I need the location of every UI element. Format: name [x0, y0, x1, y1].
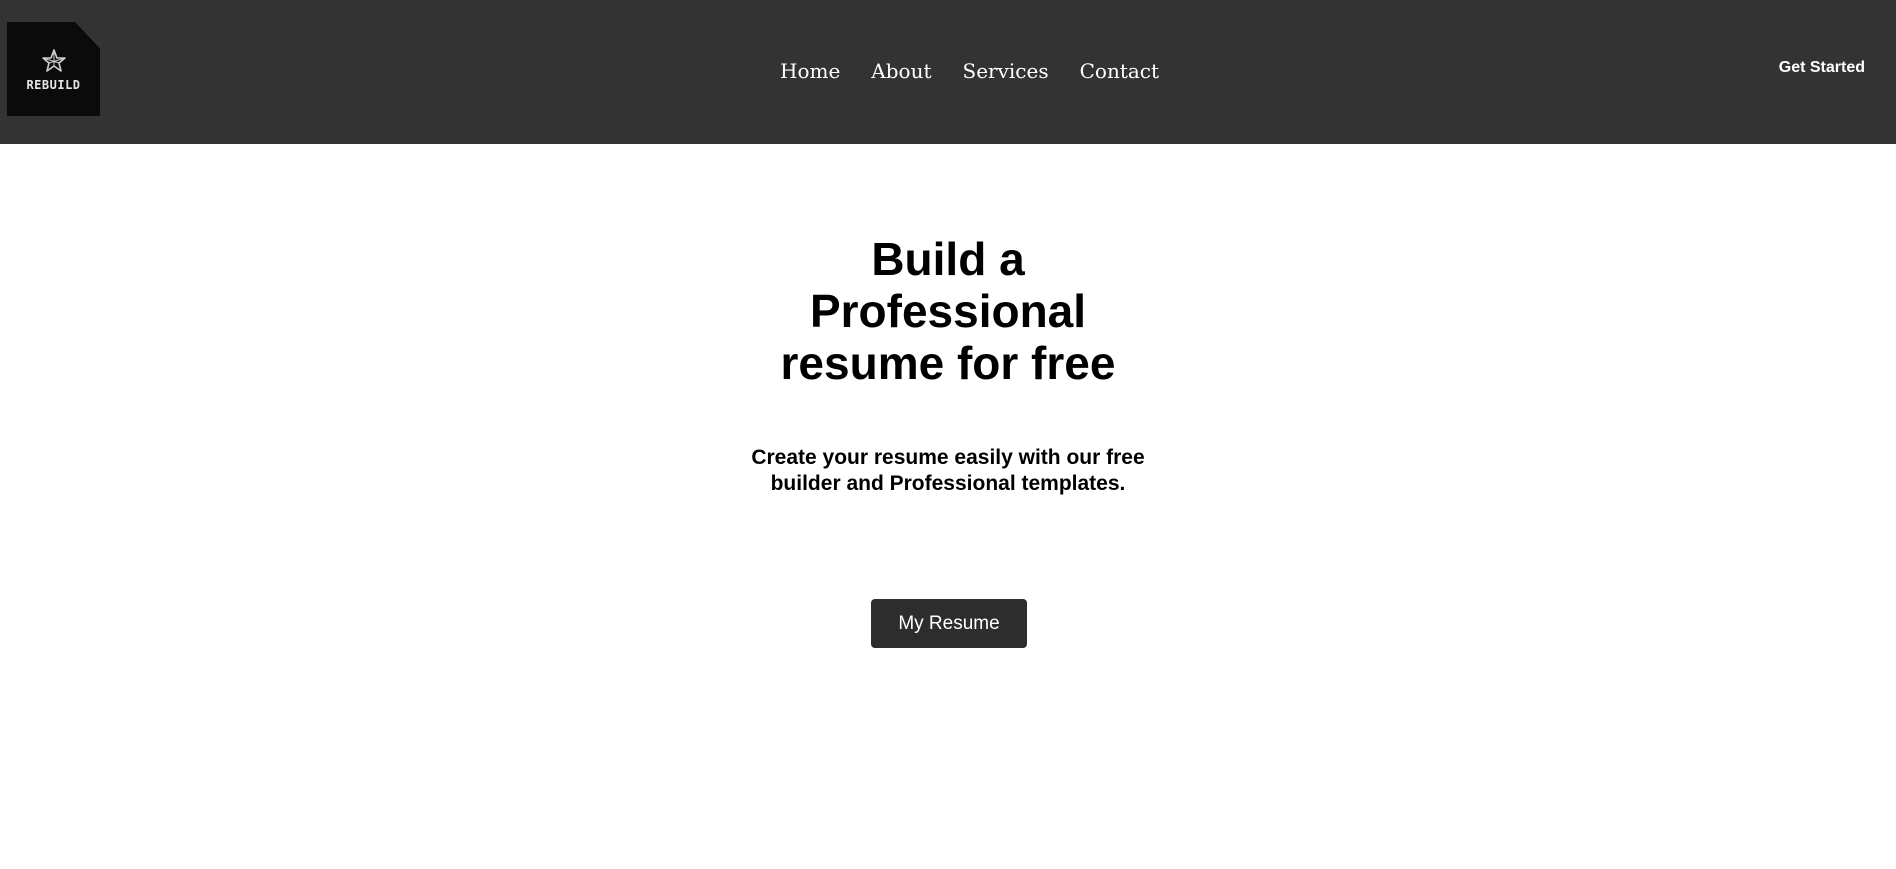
top-navbar: REBUILD Home About Services Contact Get … — [0, 0, 1896, 144]
logo-text: REBUILD — [26, 78, 81, 92]
nav-link-about[interactable]: About — [871, 59, 931, 83]
logo[interactable]: REBUILD — [7, 22, 100, 116]
nav-link-contact[interactable]: Contact — [1080, 59, 1159, 83]
main-nav: Home About Services Contact — [780, 53, 1159, 89]
my-resume-button[interactable]: My Resume — [871, 599, 1027, 648]
get-started-link[interactable]: Get Started — [1779, 59, 1865, 77]
nav-link-services[interactable]: Services — [963, 59, 1049, 83]
nav-link-home[interactable]: Home — [780, 59, 840, 83]
star-mark-icon — [42, 49, 66, 72]
hero-title: Build a Professional resume for free — [780, 233, 1116, 389]
hero-subtitle: Create your resume easily with our free … — [751, 446, 1145, 495]
